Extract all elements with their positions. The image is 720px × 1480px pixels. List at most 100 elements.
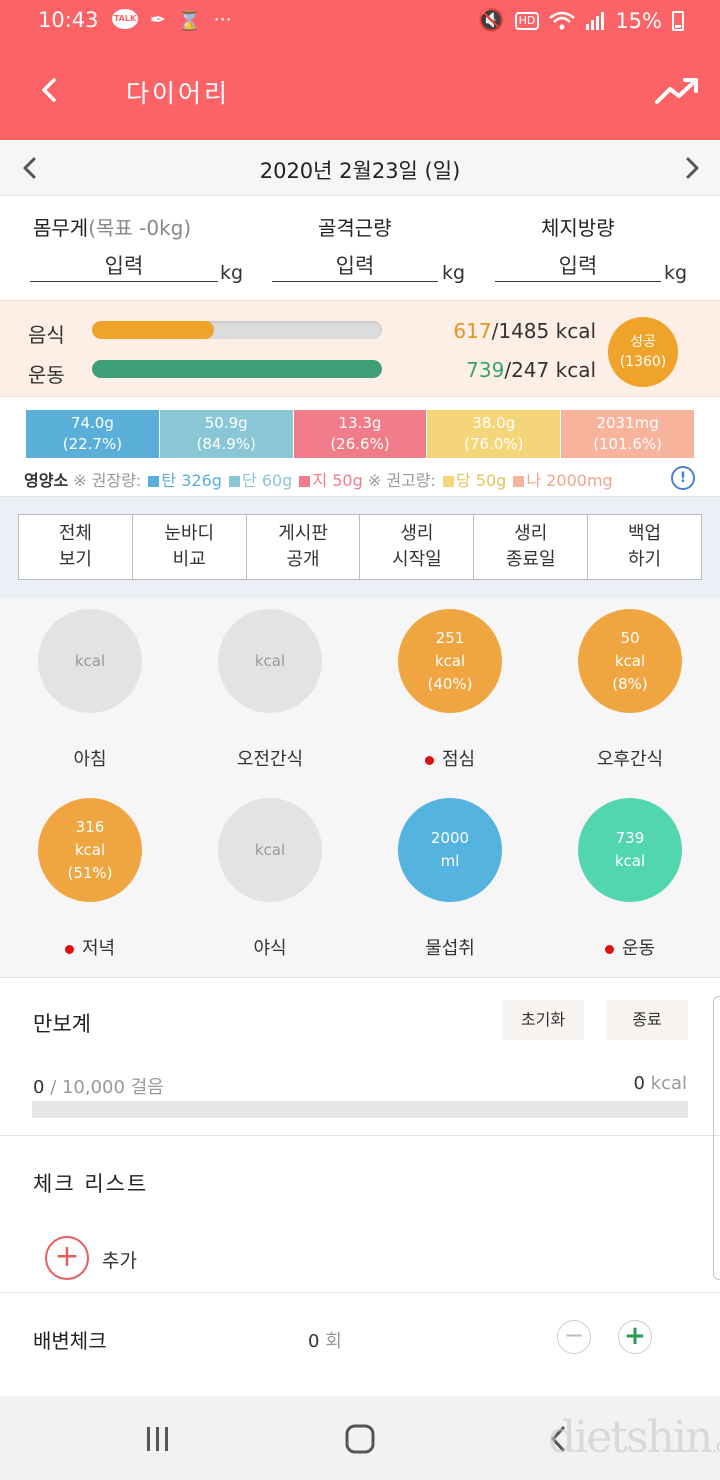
success-badge[interactable]: 성공 (1360)	[608, 317, 678, 387]
reset-button[interactable]: 초기화	[502, 1000, 584, 1040]
exercise-calories: 739/247 kcal	[466, 358, 596, 382]
food-calories: 617/1485 kcal	[453, 319, 596, 343]
meal-item-lunch[interactable]: 251 kcal (40%) 점심	[360, 599, 540, 779]
record-dot-icon	[64, 944, 74, 954]
sugar-swatch	[443, 476, 454, 487]
meal-item-late-snack[interactable]: kcal 야식	[180, 788, 360, 968]
carb-swatch	[148, 476, 160, 487]
action-label-line2: 보기	[58, 549, 92, 570]
exercise-progress-fill	[92, 360, 382, 378]
action-label-line1: 백업	[627, 523, 662, 544]
success-value: (1360)	[619, 354, 667, 370]
stop-button[interactable]: 종료	[606, 1000, 688, 1040]
nutrition-amount: 2031mg	[596, 414, 659, 432]
nutrition-percent: (84.9%)	[196, 435, 256, 453]
circle-line3: (40%)	[427, 674, 473, 693]
nutrition-amount: 38.0g	[472, 414, 516, 432]
circle-line1: kcal	[254, 651, 286, 670]
meal-calorie-circle[interactable]: kcal	[38, 609, 142, 713]
meal-calorie-circle[interactable]: 739 kcal	[578, 798, 682, 902]
limit-label: ※ 권고량:	[367, 471, 436, 490]
watermark-suffix: .com	[711, 1433, 720, 1457]
info-icon[interactable]: !	[671, 466, 695, 490]
increment-button[interactable]: +	[618, 1320, 652, 1354]
legend-sodium: 나 2000mg	[513, 471, 613, 490]
next-day-icon[interactable]	[680, 154, 704, 182]
meal-label-text: 점심	[441, 749, 476, 770]
action-label-line2: 종료일	[505, 549, 556, 570]
action-label-line1: 생리	[400, 523, 434, 544]
meal-label-text: 야식	[253, 938, 287, 959]
meal-calorie-circle[interactable]: kcal	[218, 798, 322, 902]
action-label-line2: 하기	[627, 549, 662, 570]
circle-line1: 316	[75, 817, 105, 836]
checklist-section: 체크 리스트 + 추가	[0, 1136, 720, 1293]
bowel-check-title: 배변체크	[33, 1329, 107, 1353]
circle-line3: (8%)	[612, 674, 648, 693]
battery-percent: 15%	[615, 8, 662, 33]
add-checklist-label[interactable]: 추가	[102, 1246, 137, 1273]
meal-item-morning-snack[interactable]: kcal 오전간식	[180, 599, 360, 779]
home-icon[interactable]	[344, 1424, 376, 1454]
meal-calorie-circle[interactable]: 50 kcal (8%)	[578, 609, 682, 713]
food-calorie-unit: kcal	[555, 319, 596, 343]
watermark-brand: dietshin	[548, 1412, 713, 1463]
circle-line2: kcal	[434, 651, 466, 670]
meal-item-breakfast[interactable]: kcal 아침	[0, 599, 180, 779]
weight-input[interactable]: 입력	[30, 250, 218, 282]
meal-label-text: 아침	[73, 749, 107, 770]
circle-line3: (51%)	[67, 863, 113, 882]
meal-calorie-circle[interactable]: 316 kcal (51%)	[38, 798, 142, 902]
meal-label: 운동	[540, 934, 720, 960]
scroll-indicator[interactable]	[713, 996, 720, 1280]
legend-carb: 탄 326g	[148, 471, 222, 490]
nutrition-box: 13.3g (26.6%)	[293, 410, 428, 458]
sodium-swatch	[513, 476, 525, 487]
weight-title: 몸무게	[33, 216, 89, 240]
meal-item-dinner[interactable]: 316 kcal (51%) 저녁	[0, 788, 180, 968]
period-end-button[interactable]: 생리종료일	[474, 515, 589, 579]
muscle-label: 골격근량	[318, 216, 392, 240]
muscle-input[interactable]: 입력	[272, 250, 438, 282]
body-fat-input[interactable]: 입력	[495, 250, 661, 282]
protein-swatch	[229, 476, 241, 487]
meal-label: 점심	[360, 745, 540, 771]
meal-label-text: 운동	[621, 938, 656, 959]
meal-calorie-circle[interactable]: 251 kcal (40%)	[398, 609, 502, 713]
record-dot-icon	[604, 944, 614, 954]
pedometer-title: 만보계	[33, 1012, 91, 1036]
add-checklist-button[interactable]: +	[45, 1236, 89, 1280]
food-progress-bar	[92, 321, 382, 339]
period-start-button[interactable]: 생리 시작일	[360, 515, 475, 579]
backup-button[interactable]: 백업하기	[588, 515, 701, 579]
action-label-line1: 생리	[514, 523, 548, 544]
decrement-button[interactable]: −	[557, 1320, 591, 1354]
pedometer-section: 만보계 초기화 종료 0 / 10,000 걸음 0 kcal	[0, 978, 720, 1136]
pedometer-kcal-value: 0	[633, 1073, 645, 1094]
legend-title: 영양소	[24, 471, 69, 490]
wifi-icon	[549, 11, 576, 29]
protein-text: 단 60g	[242, 471, 293, 490]
circle-line2: kcal	[74, 840, 106, 859]
meal-calorie-circle[interactable]: kcal	[218, 609, 322, 713]
notification-icons: TALK ✒ ⌛ ···	[112, 9, 232, 32]
back-chevron-icon[interactable]	[30, 70, 70, 110]
meal-label: 오전간식	[180, 745, 360, 771]
muscle-unit: kg	[442, 262, 466, 284]
meal-label: 야식	[180, 934, 360, 960]
view-all-button[interactable]: 전체 보기	[19, 515, 133, 579]
hourglass-icon: ⌛	[177, 10, 202, 32]
meal-label: 저녁	[0, 934, 180, 960]
recent-apps-icon[interactable]	[142, 1424, 174, 1454]
feather-icon: ✒	[150, 9, 166, 31]
current-date[interactable]: 2020년 2월23일 (일)	[0, 155, 720, 185]
meal-item-afternoon-snack[interactable]: 50 kcal (8%) 오후간식	[540, 599, 720, 779]
meal-item-water-intake[interactable]: 2000 ml 물섭취	[360, 788, 540, 968]
meal-item-exercise[interactable]: 739 kcal 운동	[540, 788, 720, 968]
compare-body-button[interactable]: 눈바디 비교	[133, 515, 247, 579]
page-title: 다이어리	[126, 79, 231, 108]
meal-calorie-circle[interactable]: 2000 ml	[398, 798, 502, 902]
share-board-button[interactable]: 게시판 공개	[247, 515, 361, 579]
legend-protein: 단 60g	[229, 471, 292, 490]
trending-up-icon[interactable]	[654, 74, 700, 108]
